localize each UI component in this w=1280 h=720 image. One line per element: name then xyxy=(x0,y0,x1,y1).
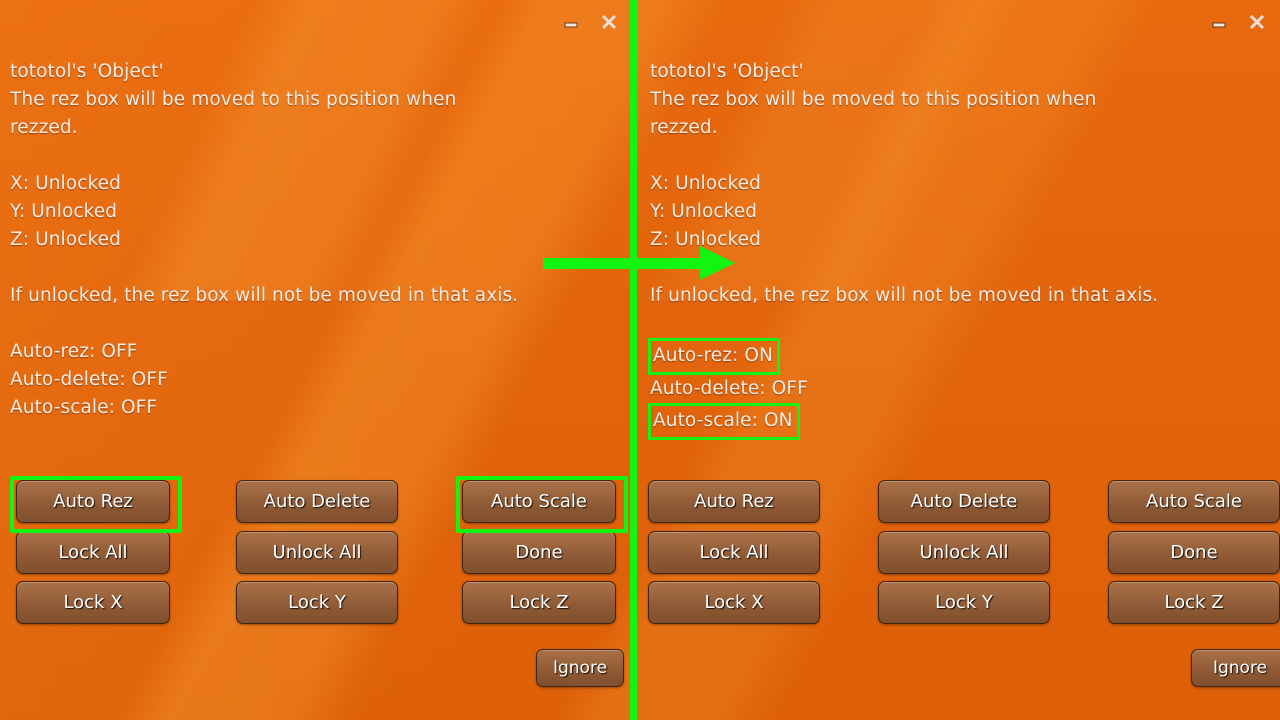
axis-status-y: Y: Unlocked xyxy=(650,201,758,222)
unlock-note: If unlocked, the rez box will not be mov… xyxy=(10,285,519,306)
auto-delete-status-text: Auto-delete: OFF xyxy=(10,369,168,390)
button-done[interactable]: Done xyxy=(1108,531,1280,574)
button-unlock-all[interactable]: Unlock All xyxy=(878,531,1050,574)
axis-status-x: X: Unlocked xyxy=(10,173,121,194)
auto-delete-status: Auto-delete: OFF xyxy=(10,366,622,394)
text-spacer-1 xyxy=(650,142,1270,170)
auto-scale-status: Auto-scale: OFF xyxy=(10,394,622,422)
description-line-2: rezzed. xyxy=(10,117,78,138)
button-unlock-all[interactable]: Unlock All xyxy=(236,531,398,574)
titlebar-after xyxy=(628,0,1280,44)
minimize-icon[interactable] xyxy=(560,9,582,35)
auto-rez-status-text: Auto-rez: ON xyxy=(648,338,780,375)
auto-scale-status-text: Auto-scale: OFF xyxy=(10,397,158,418)
annotation-arrow-shaft xyxy=(543,258,723,269)
dialog-panel-after: tototol's 'Object' The rez box will be m… xyxy=(640,0,1280,720)
auto-scale-status-text: Auto-scale: ON xyxy=(648,403,800,440)
annotation-arrow-head xyxy=(700,246,735,280)
close-icon[interactable] xyxy=(598,9,620,35)
button-ignore[interactable]: Ignore xyxy=(536,649,624,687)
auto-rez-status-text: Auto-rez: OFF xyxy=(10,341,138,362)
button-lock-z[interactable]: Lock Z xyxy=(1108,581,1280,624)
axis-status-x: X: Unlocked xyxy=(650,173,761,194)
button-auto-delete[interactable]: Auto Delete xyxy=(236,480,398,523)
object-title: tototol's 'Object' xyxy=(10,61,164,82)
annotation-divider-line xyxy=(630,0,637,720)
axis-status-z: Z: Unlocked xyxy=(650,229,761,250)
button-lock-all[interactable]: Lock All xyxy=(648,531,820,574)
button-lock-z[interactable]: Lock Z xyxy=(462,581,616,624)
dialog-text-before: tototol's 'Object' The rez box will be m… xyxy=(10,58,622,422)
button-lock-y[interactable]: Lock Y xyxy=(236,581,398,624)
auto-rez-status: Auto-rez: OFF xyxy=(10,338,622,366)
button-auto-rez[interactable]: Auto Rez xyxy=(648,480,820,523)
auto-scale-status: Auto-scale: ON xyxy=(648,403,1270,440)
object-title: tototol's 'Object' xyxy=(650,61,804,82)
button-ignore[interactable]: Ignore xyxy=(1191,649,1280,687)
button-auto-scale[interactable]: Auto Scale xyxy=(462,480,616,523)
description-line-1: The rez box will be moved to this positi… xyxy=(650,89,1097,110)
text-spacer-3 xyxy=(10,310,622,338)
button-lock-all[interactable]: Lock All xyxy=(16,531,170,574)
description-line-2: rezzed. xyxy=(650,117,718,138)
unlock-note: If unlocked, the rez box will not be mov… xyxy=(650,285,1159,306)
titlebar-before xyxy=(0,0,632,44)
text-spacer-2 xyxy=(650,254,1270,282)
button-lock-x[interactable]: Lock X xyxy=(648,581,820,624)
button-lock-x[interactable]: Lock X xyxy=(16,581,170,624)
close-icon[interactable] xyxy=(1246,9,1268,35)
axis-status-y: Y: Unlocked xyxy=(10,201,118,222)
text-spacer-1 xyxy=(10,142,622,170)
button-auto-delete[interactable]: Auto Delete xyxy=(878,480,1050,523)
auto-delete-status: Auto-delete: OFF xyxy=(650,375,1270,403)
button-done[interactable]: Done xyxy=(462,531,616,574)
button-auto-scale[interactable]: Auto Scale xyxy=(1108,480,1280,523)
auto-delete-status-text: Auto-delete: OFF xyxy=(650,378,808,399)
text-spacer-3 xyxy=(650,310,1270,338)
button-auto-rez[interactable]: Auto Rez xyxy=(16,480,170,523)
minimize-icon[interactable] xyxy=(1208,9,1230,35)
button-lock-y[interactable]: Lock Y xyxy=(878,581,1050,624)
axis-status-z: Z: Unlocked xyxy=(10,229,121,250)
auto-rez-status: Auto-rez: ON xyxy=(648,338,1270,375)
dialog-text-after: tototol's 'Object' The rez box will be m… xyxy=(648,58,1270,440)
description-line-1: The rez box will be moved to this positi… xyxy=(10,89,457,110)
text-spacer-2 xyxy=(10,254,622,282)
dialog-panel-before: tototol's 'Object' The rez box will be m… xyxy=(0,0,632,720)
